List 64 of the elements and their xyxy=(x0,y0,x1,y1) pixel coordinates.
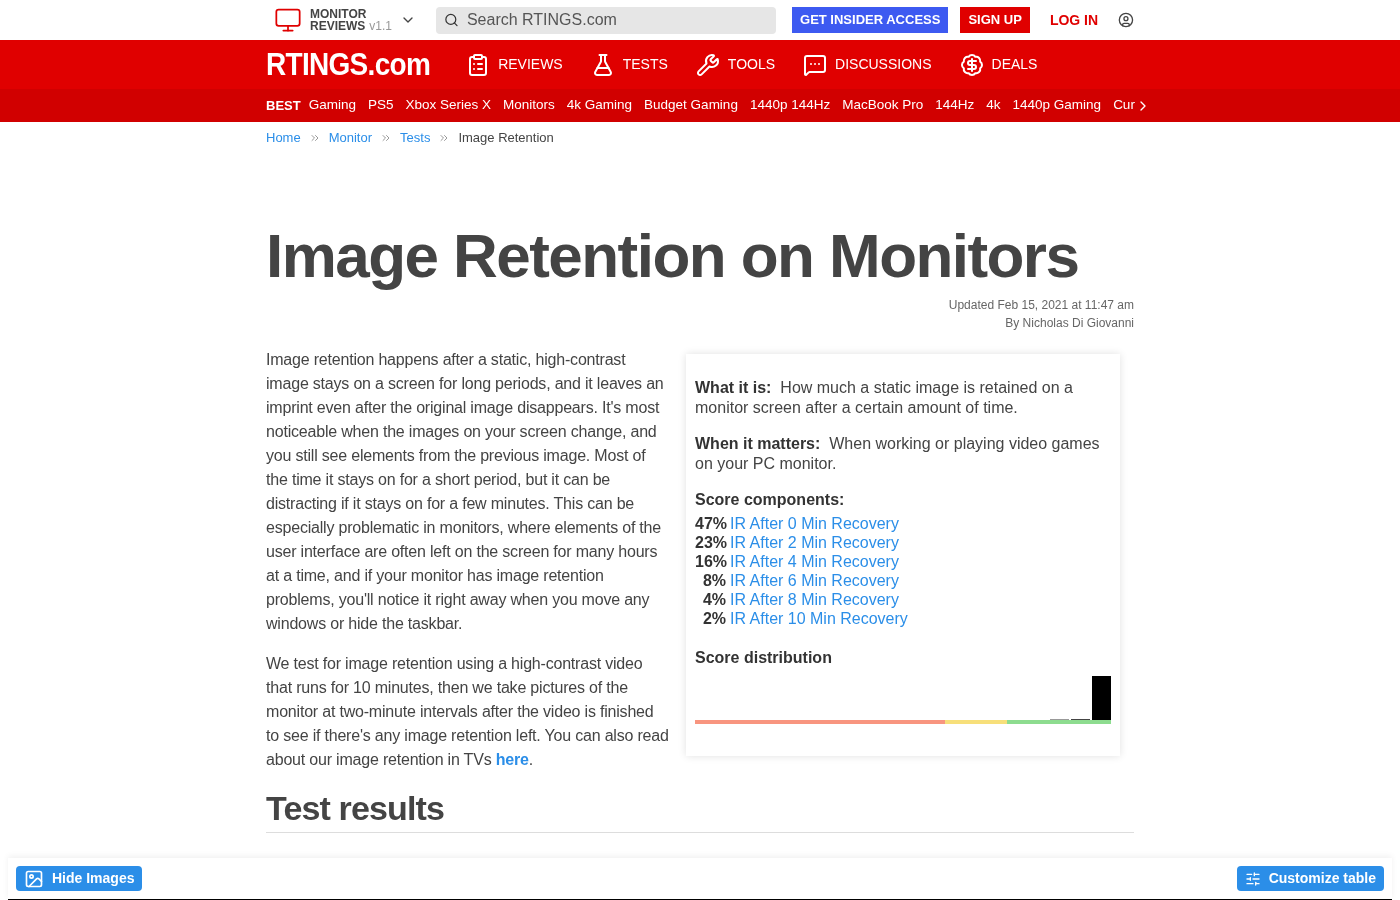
nav-link[interactable]: TESTS xyxy=(590,52,668,77)
best-link[interactable]: 144Hz xyxy=(935,95,975,116)
page-title: Image Retention on Monitors xyxy=(266,220,1080,292)
breadcrumb-link[interactable]: Tests xyxy=(400,128,431,148)
breadcrumb-current: Image Retention xyxy=(458,129,554,148)
breadcrumb-link[interactable]: Monitor xyxy=(328,128,373,148)
chat-icon xyxy=(803,52,828,77)
component-link[interactable]: IR After 6 Min Recovery xyxy=(730,571,899,590)
hide-images-button[interactable]: Hide Images xyxy=(16,866,143,891)
component-weight: 2% xyxy=(701,609,726,628)
image-icon xyxy=(24,868,44,889)
search-icon xyxy=(444,12,459,28)
best-link[interactable]: Cur xyxy=(1113,95,1135,116)
nav-link[interactable]: DISCUSSIONS xyxy=(803,52,932,77)
best-link[interactable]: 1440p Gaming xyxy=(1012,95,1102,116)
body-paragraph: We test for image retention using a high-contrast video that runs for 10 minutes, then we take pictures of the monitor at two-minute intervals after the video is finished to see if there's any image retention left. You can also read about our image retention in TVs here. xyxy=(266,654,670,770)
best-link[interactable]: 4k xyxy=(986,95,1001,116)
sign-up-button[interactable]: SIGN UP xyxy=(960,7,1030,33)
product-name: REVIEWS xyxy=(310,20,366,32)
best-link[interactable]: PS5 xyxy=(367,95,394,116)
sliders-icon xyxy=(1244,870,1261,887)
definition-text: What it is: How much a static image is retained on a monitor screen after a certain amount of time. xyxy=(695,378,1074,418)
best-link[interactable]: Monitors xyxy=(503,95,555,116)
product-name: MONITOR xyxy=(310,8,368,20)
updated-date: Updated Feb 15, 2021 at 11:47 am xyxy=(948,297,1134,314)
best-label: BEST xyxy=(266,96,301,115)
author-name: By Nicholas Di Giovanni xyxy=(1005,315,1134,332)
best-link[interactable]: Budget Gaming xyxy=(644,95,738,116)
nav-link[interactable]: REVIEWS xyxy=(466,52,563,77)
nav-link[interactable]: TOOLS xyxy=(695,52,776,77)
component-weight: 4% xyxy=(701,590,726,609)
best-link[interactable]: 1440p 144Hz xyxy=(749,95,831,116)
component-link[interactable]: IR After 2 Min Recovery xyxy=(730,533,899,552)
distribution-heading: Score distribution xyxy=(695,648,833,668)
search-input[interactable]: Search RTINGS.com xyxy=(466,8,769,32)
body-paragraph: Image retention happens after a static, high-contrast image stays on a screen for long periods, and it leaves an imprint even after the original image disappears. It's most noticeable when the images on your screen change, and you still see elements from the previous image. Most of the time it stays on for a short period, but it can be distracting if it stays on for a few minutes. This can be especially problematic in monitors, where elements of the user interface are often left on the screen for many hours at a time, and if your monitor has image retention problems, you'll notice it right away when you move any windows or hide the taskbar. xyxy=(266,350,665,634)
search-field[interactable]: Search RTINGS.com xyxy=(436,6,777,34)
component-link[interactable]: IR After 8 Min Recovery xyxy=(730,590,899,609)
component-weight: 23% xyxy=(695,533,726,552)
monitor-icon xyxy=(274,6,302,34)
nav-link[interactable]: DEALS xyxy=(959,52,1038,77)
breadcrumb-link[interactable]: Home xyxy=(266,128,301,148)
insider-access-button[interactable]: GET INSIDER ACCESS xyxy=(792,7,949,33)
breadcrumb-separator-icon xyxy=(308,132,321,144)
section-heading: Test results xyxy=(266,788,1134,833)
here-link[interactable]: here xyxy=(495,751,529,768)
component-weight: 16% xyxy=(695,552,726,571)
best-link[interactable]: Gaming xyxy=(308,95,356,116)
version-label: v1.1 xyxy=(369,20,393,32)
customize-table-button[interactable]: Customize table xyxy=(1236,866,1384,891)
best-link[interactable]: 4k Gaming xyxy=(566,95,633,116)
site-logo[interactable]: RTINGS.com xyxy=(266,41,431,88)
component-link[interactable]: IR After 0 Min Recovery xyxy=(730,514,899,533)
best-link[interactable]: Xbox Series X xyxy=(405,95,492,116)
components-heading: Score components: xyxy=(695,490,846,510)
price-tag-icon xyxy=(959,52,984,77)
component-weight: 8% xyxy=(701,571,726,590)
component-weight: 47% xyxy=(695,514,726,533)
log-in-link[interactable]: LOG IN xyxy=(1041,9,1107,31)
definition-text: When it matters: When working or playing video games on your PC monitor. xyxy=(695,434,1101,474)
component-link[interactable]: IR After 10 Min Recovery xyxy=(730,609,908,628)
best-link[interactable]: MacBook Pro xyxy=(842,95,924,116)
wrench-icon xyxy=(695,52,720,77)
component-link[interactable]: IR After 4 Min Recovery xyxy=(730,552,899,571)
